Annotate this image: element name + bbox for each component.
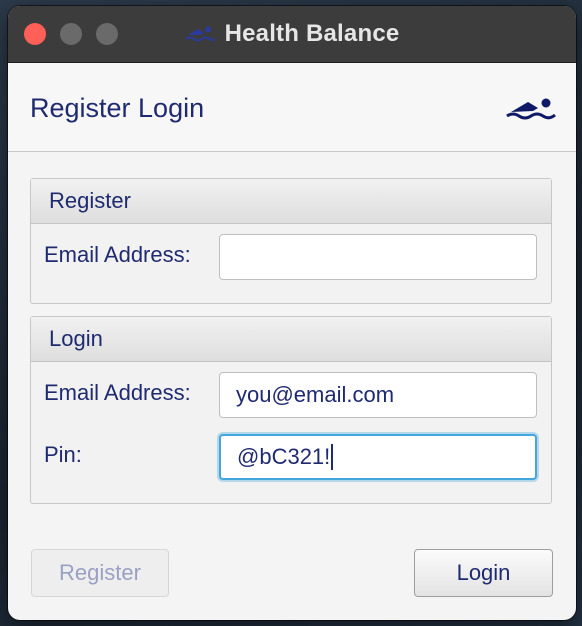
register-email-row: Email Address: — [31, 224, 551, 286]
register-email-label: Email Address: — [44, 242, 191, 267]
login-email-label: Email Address: — [44, 380, 191, 405]
window-controls — [24, 23, 118, 45]
login-panel-heading: Login — [31, 317, 551, 362]
swimmer-icon — [506, 98, 556, 120]
title-bar[interactable]: Health Balance — [8, 6, 576, 63]
text-caret — [331, 444, 334, 470]
login-email-row: Email Address: you@email.com — [31, 362, 551, 424]
swimmer-icon — [184, 26, 215, 42]
register-panel-heading: Register — [31, 179, 551, 224]
login-pin-input[interactable]: @bC321! — [219, 434, 537, 480]
login-email-input[interactable]: you@email.com — [219, 372, 537, 418]
zoom-window-button[interactable] — [96, 23, 118, 45]
window-title-group: Health Balance — [184, 20, 400, 48]
login-panel: Login Email Address: you@email.com Pin: … — [30, 316, 552, 504]
register-button[interactable]: Register — [31, 549, 169, 597]
login-pin-row: Pin: @bC321! — [31, 424, 551, 486]
login-button[interactable]: Login — [414, 549, 553, 597]
minimize-window-button[interactable] — [60, 23, 82, 45]
app-window: Health Balance Register Login Register E… — [8, 6, 576, 620]
page-title: Register Login — [30, 93, 205, 123]
close-window-button[interactable] — [24, 23, 46, 45]
window-title: Health Balance — [224, 20, 400, 47]
login-pin-value: @bC321! — [237, 444, 331, 469]
register-email-input[interactable] — [219, 234, 537, 280]
register-panel: Register Email Address: — [30, 178, 552, 304]
page-header: Register Login — [8, 63, 576, 152]
login-pin-label: Pin: — [44, 442, 82, 467]
